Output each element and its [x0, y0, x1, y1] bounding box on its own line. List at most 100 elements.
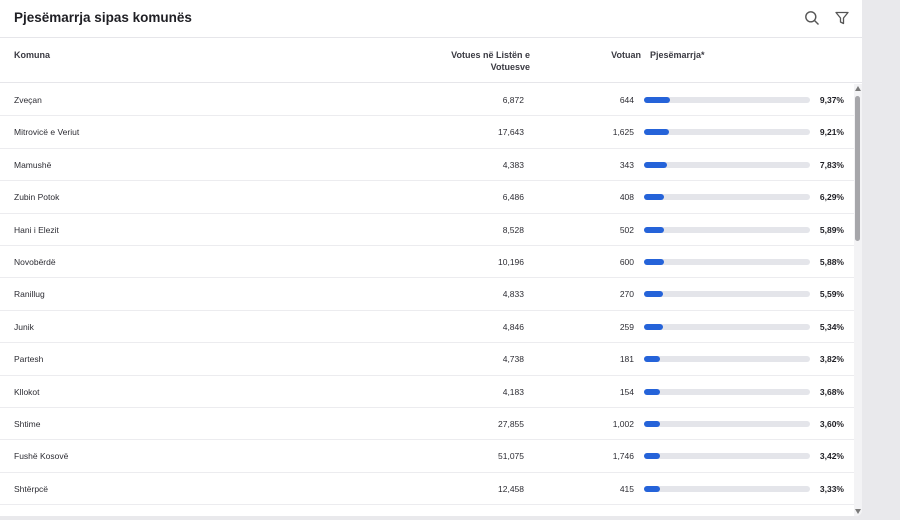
turnout-percent: 3,60%: [819, 418, 844, 429]
turnout-percent: 5,88%: [819, 256, 844, 267]
turnout-percent: 3,82%: [819, 354, 844, 365]
voted-count: 1,625: [612, 127, 634, 138]
registered-voters: 8,528: [502, 224, 524, 235]
turnout-percent: 3,42%: [819, 451, 844, 462]
registered-voters: 4,846: [502, 321, 524, 332]
turnout-bar-track: [644, 388, 810, 395]
turnout-bar-track: [644, 194, 810, 201]
turnout-bar-fill: [644, 356, 661, 363]
turnout-percent: 6,29%: [819, 192, 844, 203]
table-row[interactable]: Ranillug 4,833 270 5,59%: [0, 278, 854, 311]
turnout-bar-track: [644, 97, 810, 103]
turnout-bar-fill: [644, 161, 667, 168]
turnout-percent: 7,83%: [819, 159, 844, 170]
table-row[interactable]: Kllokot 4,183 154 3,68%: [0, 376, 854, 408]
turnout-bar-track: [644, 161, 810, 168]
column-header-turnout[interactable]: Pjesëmarrja*: [650, 49, 705, 61]
municipality-name: Shtime: [14, 418, 41, 429]
column-header-registered-line1: Votues në Listën e: [451, 50, 530, 60]
turnout-percent: 3,33%: [819, 483, 844, 494]
column-header-registered[interactable]: Votues në Listën e Votuesve: [430, 49, 530, 73]
card-header: Pjesëmarrja sipas komunës: [0, 0, 862, 38]
turnout-bar-track: [644, 453, 810, 460]
scroll-up-arrow-icon[interactable]: [855, 86, 861, 91]
turnout-bar-track: [644, 291, 810, 298]
filter-icon[interactable]: [832, 8, 852, 28]
table-row[interactable]: Shtime 27,855 1,002 3,60%: [0, 408, 854, 441]
voted-count: 1,002: [612, 418, 634, 429]
registered-voters: 6,486: [502, 192, 524, 203]
registered-voters: 27,855: [498, 418, 524, 429]
turnout-bar-fill: [644, 453, 660, 460]
table-row[interactable]: Fushë Kosovë 51,075 1,746 3,42%: [0, 440, 854, 473]
voted-count: 644: [619, 95, 634, 105]
turnout-bar-fill: [644, 291, 664, 298]
table-row[interactable]: Mamushë 4,383 343 7,83%: [0, 149, 854, 182]
table-row[interactable]: Partesh 4,738 181 3,82%: [0, 343, 854, 376]
turnout-percent: 5,34%: [819, 321, 844, 332]
scrollbar-thumb[interactable]: [855, 96, 860, 241]
turnout-card: Pjesëmarrja sipas komunës Komuna Votues …: [0, 0, 862, 516]
voted-count: 502: [619, 224, 634, 235]
turnout-bar-track: [644, 323, 810, 330]
table-row[interactable]: Zubin Potok 6,486 408 6,29%: [0, 181, 854, 214]
voted-count: 181: [619, 354, 634, 365]
municipality-name: Kllokot: [14, 386, 40, 397]
voted-count: 154: [619, 386, 634, 397]
registered-voters: 17,643: [498, 127, 524, 138]
table-body: Zveçan 6,872 644 9,37% Mitrovicë e Veriut 17,…: [0, 84, 854, 516]
table-row[interactable]: Junik 4,846 259 5,34%: [0, 311, 854, 344]
municipality-name: Shtërpcë: [14, 483, 49, 494]
municipality-name: Mamushë: [14, 159, 52, 170]
voted-count: 259: [619, 321, 634, 332]
turnout-percent: 9,37%: [819, 95, 844, 105]
voted-count: 270: [619, 289, 634, 300]
column-header-voted[interactable]: Votuan: [560, 49, 641, 61]
municipality-name: Novobërdë: [14, 256, 56, 267]
scroll-down-arrow-icon[interactable]: [855, 509, 861, 514]
turnout-bar-fill: [644, 129, 670, 136]
turnout-bar-fill: [644, 323, 663, 330]
table-row[interactable]: Shtërpcë 12,458 415 3,33%: [0, 473, 854, 506]
registered-voters: 4,183: [502, 386, 524, 397]
municipality-name: Partesh: [14, 354, 44, 365]
voted-count: 1,746: [612, 451, 634, 462]
voted-count: 415: [619, 483, 634, 494]
turnout-bar-track: [644, 226, 810, 233]
turnout-percent: 3,68%: [819, 386, 844, 397]
vertical-scrollbar[interactable]: [854, 84, 862, 516]
registered-voters: 10,196: [498, 256, 524, 267]
voted-count: 600: [619, 256, 634, 267]
turnout-percent: 9,21%: [819, 127, 844, 138]
table-row[interactable]: Zveçan 6,872 644 9,37%: [0, 84, 854, 117]
turnout-bar-track: [644, 258, 810, 265]
municipality-name: Zubin Potok: [14, 192, 60, 203]
turnout-bar-fill: [644, 388, 661, 395]
search-icon[interactable]: [802, 8, 822, 28]
turnout-bar-track: [644, 485, 810, 492]
table-row[interactable]: Mitrovicë e Veriut 17,643 1,625 9,21%: [0, 116, 854, 149]
voted-count: 408: [619, 192, 634, 203]
registered-voters: 51,075: [498, 451, 524, 462]
column-header-komuna[interactable]: Komuna: [14, 49, 50, 61]
table-row[interactable]: Novobërdë 10,196 600 5,88%: [0, 246, 854, 279]
voted-count: 343: [619, 159, 634, 170]
table-header: Komuna Votues në Listën e Votuesve Votua…: [0, 39, 862, 83]
turnout-bar-track: [644, 356, 810, 363]
card-title: Pjesëmarrja sipas komunës: [14, 10, 192, 25]
registered-voters: 6,872: [502, 95, 524, 105]
registered-voters: 12,458: [498, 483, 524, 494]
municipality-name: Hani i Elezit: [14, 224, 59, 235]
turnout-bar-track: [644, 129, 810, 136]
municipality-name: Zveçan: [14, 95, 42, 105]
turnout-bar-fill: [644, 97, 670, 103]
turnout-percent: 5,59%: [819, 289, 844, 300]
registered-voters: 4,738: [502, 354, 524, 365]
municipality-name: Junik: [14, 321, 34, 332]
turnout-bar-fill: [644, 258, 664, 265]
turnout-bar-fill: [644, 194, 665, 201]
turnout-bar-fill: [644, 420, 660, 427]
municipality-name: Mitrovicë e Veriut: [14, 127, 80, 138]
municipality-name: Ranillug: [14, 289, 45, 300]
table-row[interactable]: Hani i Elezit 8,528 502 5,89%: [0, 214, 854, 246]
